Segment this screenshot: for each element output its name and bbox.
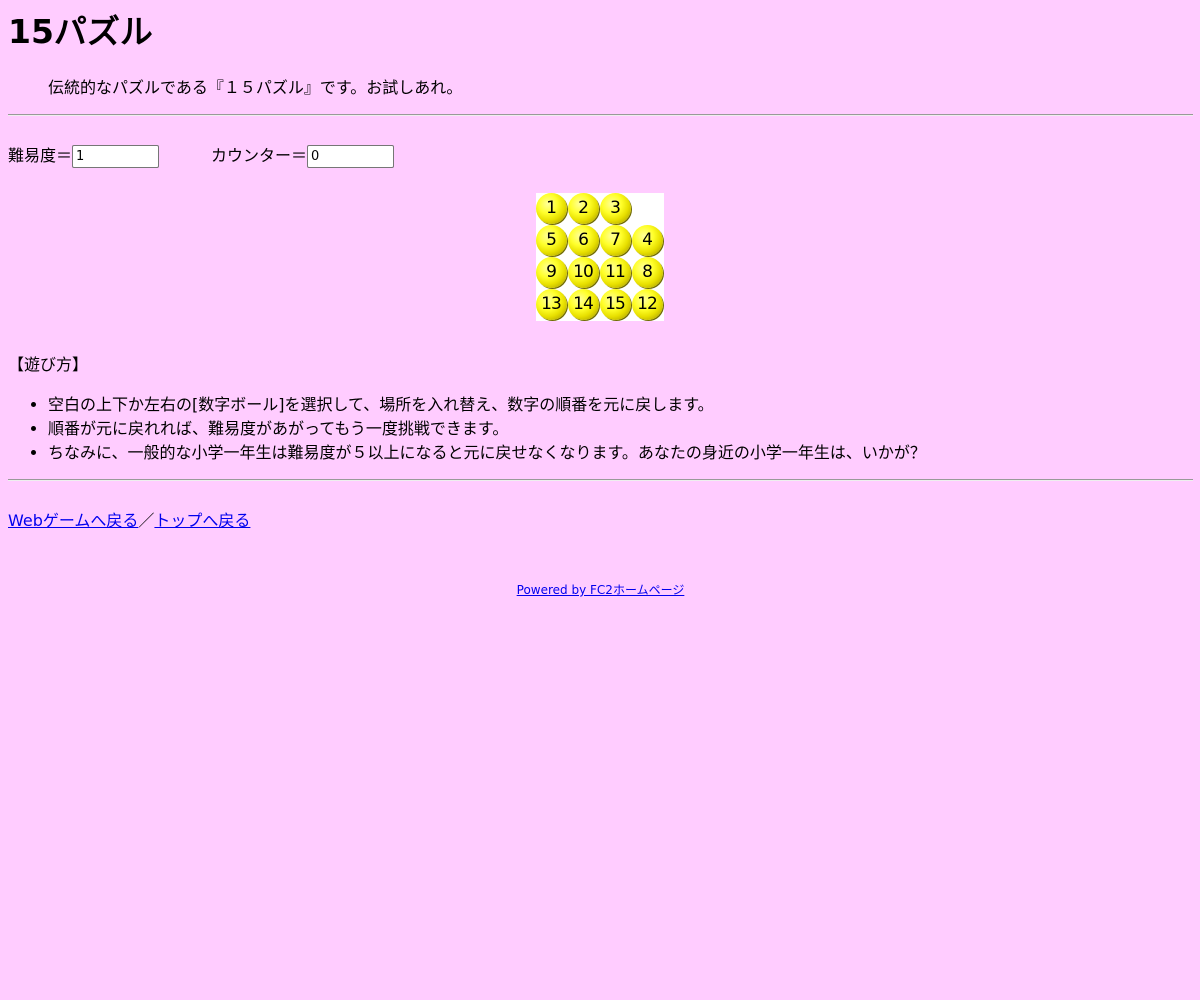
counter-field[interactable] — [307, 144, 395, 168]
difficulty-label: 難易度＝ — [8, 146, 73, 165]
controls-row: 難易度＝ カウンター＝ — [8, 144, 395, 168]
number-ball[interactable]: 13 — [536, 289, 568, 321]
number-ball[interactable]: 15 — [600, 289, 632, 321]
number-ball[interactable]: 5 — [536, 225, 568, 257]
empty-cell[interactable] — [632, 193, 664, 225]
howto-title: 【遊び方】 — [8, 355, 89, 374]
number-ball[interactable]: 7 — [600, 225, 632, 257]
ball-number: 7 — [610, 230, 621, 250]
difficulty-field[interactable] — [72, 144, 160, 168]
ball-number: 1 — [546, 198, 557, 218]
number-ball[interactable]: 3 — [600, 193, 632, 225]
number-ball[interactable]: 9 — [536, 257, 568, 289]
ball-number: 3 — [610, 198, 621, 218]
ball-number: 9 — [546, 262, 557, 282]
number-ball[interactable]: 14 — [568, 289, 600, 321]
link-separator: ／ — [138, 511, 155, 530]
top-link[interactable]: トップへ戻る — [154, 511, 250, 530]
number-ball[interactable]: 10 — [568, 257, 600, 289]
rule-item: 空白の上下か左右の[数字ボール]を選択して、場所を入れ替え、数字の順番を元に戻し… — [48, 393, 926, 417]
divider — [8, 479, 1193, 481]
intro-text: 伝統的なパズルである『１５パズル』です。お試しあれ。 — [48, 78, 463, 97]
web-games-link[interactable]: Webゲームへ戻る — [8, 511, 138, 530]
ball-number: 4 — [642, 230, 653, 250]
number-ball[interactable]: 2 — [568, 193, 600, 225]
ball-number: 2 — [578, 198, 589, 218]
rule-item: ちなみに、一般的な小学一年生は難易度が５以上になると元に戻せなくなります。あなた… — [48, 441, 926, 465]
number-ball[interactable]: 4 — [632, 225, 664, 257]
ball-number: 14 — [573, 294, 594, 314]
number-ball[interactable]: 6 — [568, 225, 600, 257]
ball-number: 6 — [578, 230, 589, 250]
number-ball[interactable]: 1 — [536, 193, 568, 225]
number-ball[interactable]: 11 — [600, 257, 632, 289]
nav-links: Webゲームへ戻る／トップへ戻る — [8, 509, 250, 533]
number-ball[interactable]: 12 — [632, 289, 664, 321]
ball-number: 5 — [546, 230, 557, 250]
rules-list: 空白の上下か左右の[数字ボール]を選択して、場所を入れ替え、数字の順番を元に戻し… — [8, 393, 926, 465]
ball-number: 13 — [541, 294, 562, 314]
page-title: 15パズル — [8, 12, 153, 51]
divider — [8, 114, 1193, 116]
puzzle-board: 1 2 3 5 6 7 4 9 10 11 8 13 14 15 12 — [536, 193, 664, 321]
ball-number: 11 — [605, 262, 626, 282]
ball-number: 15 — [605, 294, 626, 314]
powered-by-link[interactable]: Powered by FC2ホームページ — [517, 583, 685, 597]
ball-number: 8 — [642, 262, 653, 282]
counter-label: カウンター＝ — [211, 146, 308, 165]
footer: Powered by FC2ホームページ — [8, 582, 1193, 598]
rule-item: 順番が元に戻れれば、難易度があがってもう一度挑戦できます。 — [48, 417, 926, 441]
ball-number: 10 — [573, 262, 594, 282]
number-ball[interactable]: 8 — [632, 257, 664, 289]
ball-number: 12 — [637, 294, 658, 314]
